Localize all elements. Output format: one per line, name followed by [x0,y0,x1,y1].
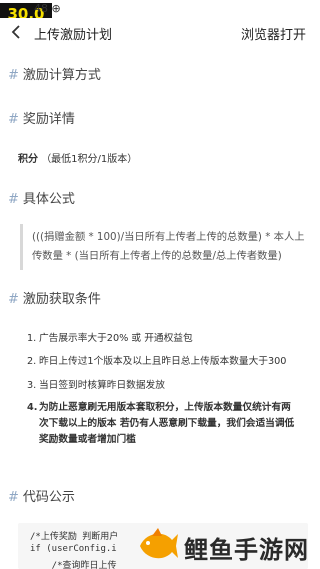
code-line: /*上传奖励 判断用户 [30,532,119,542]
chevron-left-icon [11,25,20,39]
condition-item-1: 1. 广告展示率大于20% 或 开通权益包 [27,333,193,344]
top-bar: 上传激励计划 浏览器打开 [0,18,320,48]
heading-code: # 代码公示 [8,490,75,505]
condition-item-4: 4. 为防止恶意刷无用版本套取积分，上传版本数量仅统计有两 次下载以上的版本 若仍… [27,402,295,445]
heading-conditions: # 激励获取条件 [8,292,101,307]
reward-label: 积分 [18,154,38,165]
formula-quote: (((捐赠金额 * 100)/当日所有上传者上传的总数量) * 本人上传数量 *… [20,224,313,270]
status-bar: 30.0 48 ⊕ [0,0,320,25]
condition-item-2: 2. 昨日上传过1个版本及以上且昨日总上传版本数量大于300 [27,356,287,367]
formula-text: (((捐赠金额 * 100)/当日所有上传者上传的总数量) * 本人上传数量 *… [32,231,305,262]
heading-reward-detail: # 奖励详情 [8,112,75,127]
reward-line: 积分 （最低1积分/1版本） [18,150,137,165]
code-line: if (userConfig.i [30,544,117,554]
reward-note: （最低1积分/1版本） [41,154,138,165]
page-title: 上传激励计划 [34,28,113,43]
status-text: 48 ⊕ [34,2,61,15]
open-in-browser-button[interactable]: 浏览器打开 [241,24,306,43]
watermark: 鲤鱼手游网 [130,520,320,569]
carp-logo-icon [140,528,178,559]
back-button[interactable] [8,21,24,43]
heading-formula: # 具体公式 [8,192,75,207]
watermark-text: 鲤鱼手游网 [184,536,309,564]
heading-calc-method: # 激励计算方式 [8,68,101,83]
code-line: /*查询昨日上传 [30,561,117,569]
condition-item-3: 3. 当日签到时核算昨日数据发放 [27,380,165,391]
